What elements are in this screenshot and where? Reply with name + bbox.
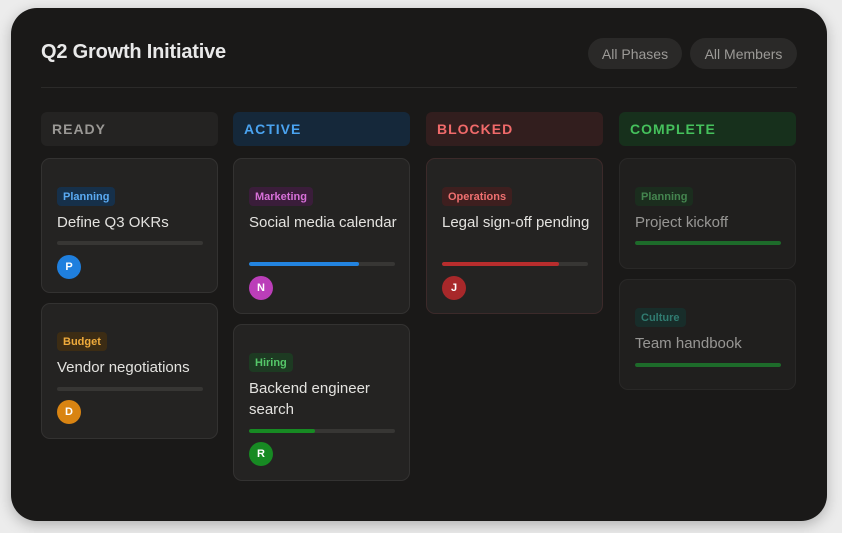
- task-tag: Planning: [635, 187, 694, 206]
- progress-bar: [249, 262, 395, 266]
- kanban-board: Q2 Growth Initiative All Phases All Memb…: [11, 8, 827, 521]
- task-tag: Planning: [57, 187, 116, 206]
- board-title: Q2 Growth Initiative: [41, 41, 226, 63]
- header-divider: [41, 87, 797, 88]
- member-filter-button[interactable]: All Members: [690, 38, 797, 69]
- task-card-legal[interactable]: Operations Legal sign-off pending J: [426, 158, 603, 314]
- progress-fill: [249, 429, 315, 433]
- task-title: Project kickoff: [635, 214, 729, 231]
- task-title: Social media calendar: [249, 214, 397, 231]
- column-header-active: ACTIVE: [233, 112, 410, 146]
- column-header-complete: COMPLETE: [619, 112, 796, 146]
- task-card-vendor[interactable]: Budget Vendor negotiations D: [41, 303, 218, 439]
- progress-bar: [635, 241, 781, 245]
- task-title: Vendor negotiations: [57, 359, 190, 376]
- progress-bar: [249, 429, 395, 433]
- progress-bar: [442, 262, 588, 266]
- task-card-handbook[interactable]: Culture Team handbook: [619, 279, 796, 390]
- column-header-ready: READY: [41, 112, 218, 146]
- task-card-backend[interactable]: Hiring Backend engineer search R: [233, 324, 410, 481]
- progress-fill: [442, 262, 559, 266]
- assignee-avatar[interactable]: D: [57, 400, 81, 424]
- task-title: Define Q3 OKRs: [57, 214, 169, 231]
- progress-fill: [249, 262, 359, 266]
- progress-fill: [635, 241, 781, 245]
- task-card-kickoff[interactable]: Planning Project kickoff: [619, 158, 796, 269]
- task-title: Legal sign-off pending: [442, 214, 590, 231]
- assignee-avatar[interactable]: P: [57, 255, 81, 279]
- progress-bar: [57, 241, 203, 245]
- progress-bar: [635, 363, 781, 367]
- task-tag: Operations: [442, 187, 513, 206]
- task-tag: Culture: [635, 308, 686, 327]
- progress-fill: [635, 363, 781, 367]
- column-header-blocked: BLOCKED: [426, 112, 603, 146]
- progress-bar: [57, 387, 203, 391]
- task-tag: Budget: [57, 332, 107, 351]
- assignee-avatar[interactable]: N: [249, 276, 273, 300]
- assignee-avatar[interactable]: J: [442, 276, 466, 300]
- task-card-social[interactable]: Marketing Social media calendar N: [233, 158, 410, 314]
- task-tag: Marketing: [249, 187, 313, 206]
- task-card-okrs[interactable]: Planning Define Q3 OKRs P: [41, 158, 218, 293]
- task-title: Backend engineer search: [249, 380, 370, 418]
- assignee-avatar[interactable]: R: [249, 442, 273, 466]
- task-title: Team handbook: [635, 335, 742, 352]
- phase-filter-button[interactable]: All Phases: [588, 38, 682, 69]
- task-tag: Hiring: [249, 353, 293, 372]
